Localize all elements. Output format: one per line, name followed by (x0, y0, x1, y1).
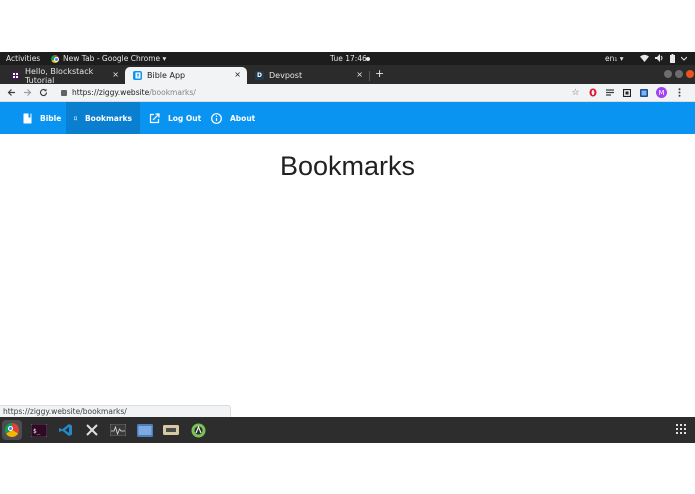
close-window-icon[interactable] (686, 70, 694, 78)
reading-list-icon[interactable] (605, 87, 614, 98)
system-tray[interactable] (640, 54, 687, 63)
book-icon (23, 113, 32, 123)
notification-dot (366, 57, 370, 61)
bottom-margin (0, 443, 695, 494)
tab-close-button[interactable]: × (112, 70, 119, 79)
tab-title: Bible App (147, 71, 186, 80)
tab-title: Devpost (269, 71, 303, 80)
android-studio-icon[interactable] (188, 420, 208, 440)
nav-item-bookmarks[interactable]: Bookmarks (66, 102, 140, 134)
lock-icon (61, 89, 67, 96)
devpost-icon: D (255, 71, 264, 80)
window-controls (664, 70, 694, 78)
blockstack-icon (11, 71, 20, 80)
nav-item-about[interactable]: About (203, 102, 263, 134)
tab-blockstack[interactable]: Hello, Blockstack Tutorial × (3, 66, 125, 85)
new-tab-button[interactable]: + (375, 67, 384, 80)
show-applications-icon[interactable] (676, 424, 686, 434)
files-icon[interactable] (135, 420, 155, 440)
chrome-logo (5, 423, 19, 437)
activities-button[interactable]: Activities (6, 54, 40, 63)
system-top-bar: Activities New Tab - Google Chrome ▾ Tue… (0, 52, 695, 65)
nav-item-bible[interactable]: Bible (15, 102, 69, 134)
nav-item-log-out[interactable]: Log Out (141, 102, 209, 134)
wifi-icon (640, 54, 649, 62)
back-icon[interactable] (7, 88, 16, 97)
menu-kebab-icon[interactable] (675, 87, 684, 98)
forward-icon[interactable] (23, 88, 32, 97)
bookmark-icon (74, 116, 77, 121)
tab-devpost[interactable]: D Devpost × (247, 67, 369, 84)
url-path: /bookmarks/ (149, 88, 196, 97)
reload-icon[interactable] (39, 88, 48, 97)
nav-label: Log Out (168, 113, 202, 123)
page-title: Bookmarks (279, 151, 416, 181)
profile-avatar[interactable]: M (656, 87, 667, 98)
minimize-icon[interactable] (664, 70, 672, 78)
nav-label: About (230, 113, 256, 123)
power-menu-icon (681, 56, 687, 61)
nav-label: Bookmarks (84, 113, 132, 123)
status-bar-url: https://ziggy.website/bookmarks/ (0, 405, 231, 417)
tab-title: Hello, Blockstack Tutorial (24, 66, 94, 85)
cast-icon[interactable] (639, 87, 648, 98)
terminal-icon[interactable]: $_ (29, 420, 49, 440)
tab-close-button[interactable]: × (356, 70, 363, 79)
external-link-icon (149, 112, 160, 123)
chrome-icon[interactable] (2, 420, 22, 440)
ubuntu-dock: $_ (0, 417, 695, 443)
browser-tab-strip: Hello, Blockstack Tutorial × Bible App ×… (0, 65, 695, 85)
system-monitor-icon[interactable] (108, 420, 128, 440)
app-navbar: Bible Bookmarks Log Out About (0, 102, 695, 134)
bible-icon (133, 71, 142, 80)
url-host: https://ziggy.website (72, 88, 150, 97)
nav-label: Bible (40, 113, 62, 123)
browser-toolbar: https://ziggy.website/bookmarks/ ☆ M (0, 84, 695, 102)
battery-icon (670, 54, 675, 63)
address-bar[interactable]: https://ziggy.website/bookmarks/ (61, 88, 196, 97)
opera-extension-icon[interactable] (588, 87, 597, 98)
tab-close-button[interactable]: × (234, 70, 241, 79)
toolbar-icons: ☆ M (571, 87, 684, 98)
app-menu-label: New Tab - Google Chrome ▾ (63, 54, 167, 63)
tab-separator (369, 71, 370, 81)
clock[interactable]: Tue 17:46 (330, 54, 367, 63)
chrome-icon (51, 54, 59, 63)
extension-square-icon[interactable] (622, 87, 631, 98)
storage-icon[interactable] (161, 420, 181, 440)
top-margin (0, 0, 695, 52)
maximize-icon[interactable] (675, 70, 683, 78)
svg-text:$_: $_ (33, 428, 41, 435)
tools-icon[interactable] (82, 420, 102, 440)
tab-bible-app[interactable]: Bible App × (125, 67, 247, 84)
volume-icon (655, 54, 663, 62)
vscode-icon[interactable] (56, 420, 76, 440)
info-icon (211, 112, 222, 124)
language-selector[interactable]: en₁ ▾ (605, 54, 624, 63)
app-menu[interactable]: New Tab - Google Chrome ▾ (51, 54, 166, 63)
star-icon[interactable]: ☆ (571, 87, 580, 98)
